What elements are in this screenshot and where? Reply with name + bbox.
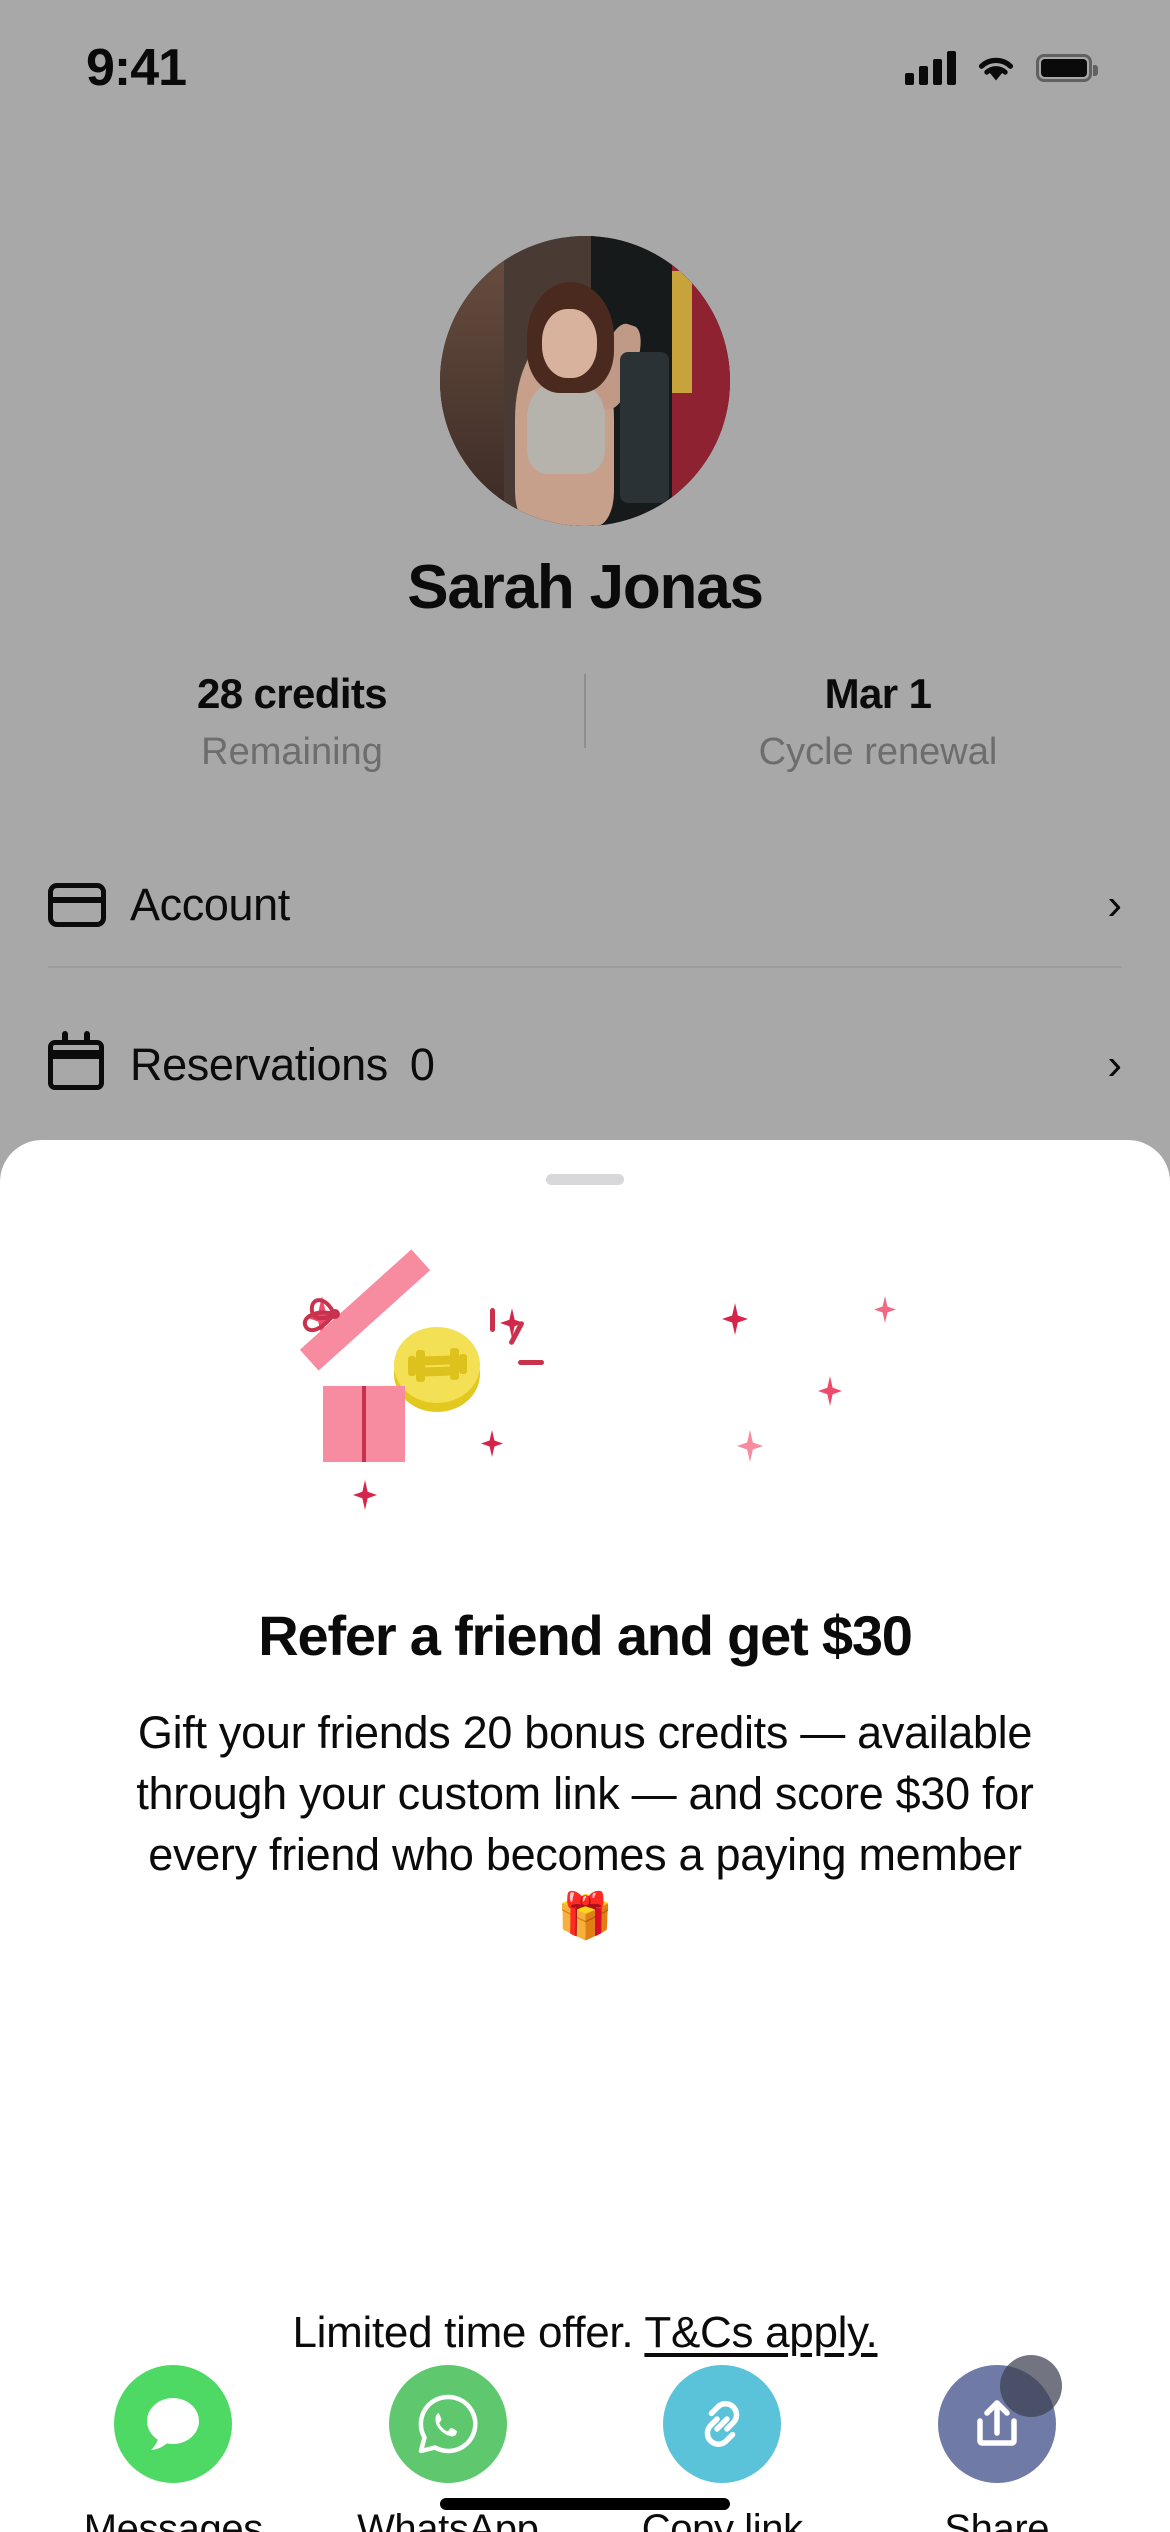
whatsapp-glyph-icon (418, 2394, 478, 2454)
share-option-messages[interactable]: Messages (63, 2365, 283, 2532)
ribbon-bow-icon (302, 1298, 340, 1333)
body-line: Gift your friends 20 bonus credits — ava… (137, 1707, 1033, 1758)
share-arrow-icon (977, 2400, 1017, 2446)
avatar[interactable] (440, 236, 730, 526)
list-item-reservations-label: Reservations (130, 1039, 388, 1090)
list-item-reservations-count: 0 (409, 1039, 435, 1090)
stat-credits: 28 credits Remaining (0, 670, 584, 774)
chevron-right-icon: › (1107, 880, 1122, 929)
list-item-reservations[interactable]: Reservations 0 › (48, 1005, 1122, 1125)
phone-screen: 9:41 Sarah Jonas 28 credits Remaining Ma… (0, 0, 1170, 2532)
share-option-share[interactable]: Share (887, 2355, 1107, 2532)
whatsapp-icon[interactable] (388, 2365, 507, 2483)
share-option-label: Copy link (641, 2507, 803, 2532)
terms-line: Limited time offer. T&Cs apply. (0, 2308, 1170, 2358)
list-item-account-label: Account (130, 879, 290, 930)
gift-box-with-coin-illustration (0, 1249, 1170, 1558)
stat-credits-value: 28 credits (196, 670, 388, 717)
sparkle-icon (481, 1430, 503, 1457)
calendar-icon (48, 1031, 130, 1090)
messages-icon[interactable] (114, 2365, 233, 2483)
share-option-label: Messages (83, 2507, 264, 2532)
row-divider (48, 966, 1122, 968)
sheet-drag-handle[interactable] (546, 1174, 624, 1185)
credit-card-icon (48, 883, 130, 927)
stat-renewal: Mar 1 Cycle renewal (586, 670, 1170, 774)
signal-bars-icon (905, 51, 956, 85)
chevron-right-icon: › (1107, 1040, 1122, 1089)
sparkle-icon (874, 1296, 896, 1323)
sparkle-icon (737, 1430, 763, 1462)
body-line: every friend who becomes a paying member (148, 1829, 1022, 1880)
status-icons (905, 51, 1098, 85)
chain-link-icon (704, 2401, 740, 2447)
speech-bubble-icon (147, 2398, 200, 2450)
referral-bottom-sheet: Refer a friend and get $30 Gift your fri… (0, 1140, 1170, 2532)
share-option-label: WhatsApp (357, 2507, 539, 2532)
sparkle-icon (818, 1376, 842, 1406)
status-time: 9:41 (86, 39, 187, 97)
terms-prefix: Limited time offer. (292, 2308, 645, 2357)
home-indicator-bar[interactable] (440, 2498, 730, 2510)
stat-renewal-value: Mar 1 (824, 670, 932, 717)
terms-link[interactable]: T&Cs apply. (644, 2308, 877, 2357)
stat-renewal-label: Cycle renewal (758, 731, 998, 773)
stat-credits-label: Remaining (201, 731, 383, 773)
body-copy: Gift your friends 20 bonus credits — ava… (58, 1710, 1112, 1954)
gift-emoji: 🎁 (557, 1890, 613, 1941)
sparkle-icon (353, 1480, 377, 1510)
headline: Refer a friend and get $30 (258, 1604, 913, 1667)
sparkle-icon (722, 1303, 748, 1335)
body-line: through your custom link — and score $30… (136, 1768, 1034, 1819)
list-item-account[interactable]: Account › (48, 845, 1122, 965)
credit-stats: 28 credits Remaining Mar 1 Cycle renewal (0, 670, 1170, 774)
page-title: Sarah Jonas (407, 553, 764, 622)
link-icon[interactable] (663, 2365, 782, 2483)
share-icon[interactable] (937, 2355, 1062, 2483)
gift-box-base (323, 1386, 405, 1462)
status-bar: 9:41 (0, 0, 1170, 118)
battery-icon (1036, 54, 1098, 82)
share-option-label: Share (944, 2507, 1050, 2532)
sparkle-rays-icon (474, 1308, 544, 1386)
wifi-icon (978, 57, 1014, 81)
